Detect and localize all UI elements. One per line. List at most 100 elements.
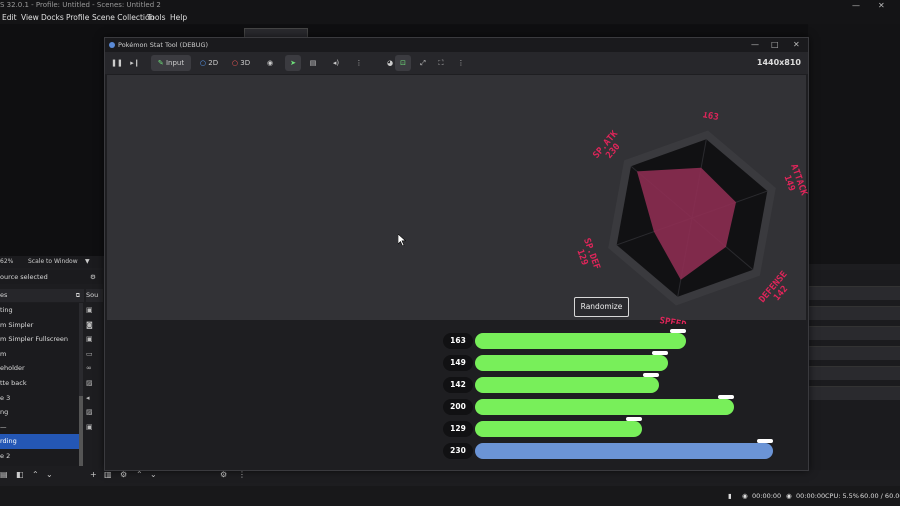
sources-title: Sou xyxy=(86,291,99,299)
scene-item[interactable]: e 2 xyxy=(0,449,80,464)
stat-bar[interactable] xyxy=(475,329,686,349)
menu-help[interactable]: Help xyxy=(170,13,187,22)
panel-row xyxy=(808,286,900,300)
image-icon: ▨ xyxy=(86,408,93,417)
step-icon[interactable]: ▸❙ xyxy=(129,55,141,71)
stat-row: 163 xyxy=(443,329,783,349)
stat-bar[interactable] xyxy=(475,351,668,371)
circle-icon: ○ xyxy=(231,59,239,67)
gear-icon[interactable]: ⚙ xyxy=(90,270,96,284)
stat-row: 129 xyxy=(443,417,783,437)
obs-right-panels xyxy=(808,270,900,470)
menu-docks[interactable]: Docks xyxy=(41,13,64,22)
radar-label: SPEED200 xyxy=(659,316,688,324)
close-button[interactable]: ✕ xyxy=(793,38,800,52)
scene-item[interactable]: tte back xyxy=(0,376,80,391)
mode-2d-button[interactable]: ○ 2D xyxy=(197,55,221,71)
panel-row xyxy=(808,306,900,320)
scale-mode-select[interactable]: Scale to Window xyxy=(28,256,78,268)
monitor-icon: ▭ xyxy=(86,349,93,358)
panel-row xyxy=(808,326,900,340)
input-icon: ✎ xyxy=(157,59,164,67)
scene-item[interactable]: ng xyxy=(0,405,80,420)
pause-icon[interactable]: ❚❚ xyxy=(111,55,123,71)
scenes-title: es xyxy=(0,291,8,299)
add-icon[interactable]: + xyxy=(90,470,97,479)
sources-header: Sou xyxy=(86,289,103,302)
more-icon[interactable]: ⋮ xyxy=(238,470,246,479)
maximize-button[interactable]: □ xyxy=(771,38,779,52)
scene-toolbar: ▤ ◧ ⌃ ⌄ xyxy=(0,470,90,484)
eye-icon[interactable]: ◉ xyxy=(263,55,277,71)
stream-icon: ◉ xyxy=(786,492,792,500)
filter-icon[interactable]: ▤ xyxy=(0,470,8,479)
scene-item[interactable]: e 3 xyxy=(0,391,80,406)
obs-status-bar: ▮ ◉ 00:00:00 ◉ 00:00:00 CPU: 5.5% 60.00 … xyxy=(0,486,900,506)
stat-bar-handle[interactable] xyxy=(718,395,734,399)
obs-window-title: S 32.0.1 - Profile: Untitled - Scenes: U… xyxy=(0,1,161,9)
menu-edit[interactable]: Edit xyxy=(2,13,17,22)
split-icon[interactable]: ◧ xyxy=(16,470,24,479)
stat-row: 230 xyxy=(443,439,783,459)
more-icon[interactable]: ⋮ xyxy=(455,55,467,71)
randomize-button[interactable]: Randomize xyxy=(574,297,629,317)
scene-item[interactable]: ting xyxy=(0,303,80,318)
trash-icon[interactable]: ▥ xyxy=(104,470,112,479)
stat-value: 163 xyxy=(443,333,473,349)
scrollbar-thumb[interactable] xyxy=(79,396,83,466)
speaker-icon[interactable]: ◂) xyxy=(329,55,343,71)
stat-value: 142 xyxy=(443,377,473,393)
move-down-icon[interactable]: ⌄ xyxy=(150,470,157,479)
dock-icon[interactable]: ⧉ xyxy=(76,289,80,302)
stat-bar-handle[interactable] xyxy=(670,329,686,333)
stat-bar-handle[interactable] xyxy=(757,439,773,443)
radar-axis-name: SPEED xyxy=(659,316,688,324)
move-up-icon[interactable]: ⌃ xyxy=(32,470,39,479)
menu-scene-collection[interactable]: Scene Collection xyxy=(92,13,154,22)
image-icon: ▨ xyxy=(86,378,93,387)
scene-item[interactable]: m Simpler Fullscreen xyxy=(0,332,80,347)
minimize-button[interactable]: — xyxy=(852,0,860,11)
more-icon[interactable]: ⋮ xyxy=(353,55,365,71)
input-button[interactable]: ✎ Input xyxy=(151,55,191,71)
fps-readout: 60.00 / 60.00 xyxy=(860,492,900,500)
scene-scrollbar[interactable] xyxy=(79,303,83,466)
scene-item[interactable]: m xyxy=(0,347,80,362)
stat-bar[interactable] xyxy=(475,395,734,415)
stat-bar-handle[interactable] xyxy=(626,417,642,421)
fullscreen-icon[interactable]: ⛶ xyxy=(435,55,447,71)
minimize-button[interactable]: — xyxy=(751,38,759,52)
mouse-cursor-icon xyxy=(398,234,406,246)
move-down-icon[interactable]: ⌄ xyxy=(46,470,53,479)
mode-3d-label: 3D xyxy=(240,59,251,67)
list-icon[interactable]: ▤ xyxy=(307,55,319,71)
source-toolbar: + ▥ ⚙ ⌃ ⌄ ⚙ ⋮ xyxy=(88,470,248,484)
input-label: Input xyxy=(165,59,185,67)
mode-3d-button[interactable]: ○ 3D xyxy=(229,55,253,71)
menu-profile[interactable]: Profile xyxy=(66,13,89,22)
menu-view[interactable]: View xyxy=(21,13,39,22)
stat-bar[interactable] xyxy=(475,439,773,459)
app-icon xyxy=(109,42,115,48)
filter-settings-icon[interactable]: ⚙ xyxy=(220,470,227,479)
select-icon[interactable]: ➤ xyxy=(285,55,301,71)
scene-item[interactable]: m Simpler xyxy=(0,318,80,333)
expand-icon[interactable]: ⤢ xyxy=(417,55,429,71)
close-button[interactable]: ✕ xyxy=(878,0,885,11)
gear-icon[interactable]: ⚙ xyxy=(120,470,127,479)
panel-row xyxy=(808,346,900,360)
panel-row xyxy=(808,366,900,380)
stat-bar[interactable] xyxy=(475,373,659,393)
scene-item-selected[interactable]: rding xyxy=(0,434,80,449)
stat-bar-handle[interactable] xyxy=(643,373,659,377)
stat-bar[interactable] xyxy=(475,417,642,437)
frame-icon[interactable]: ⊡ xyxy=(395,55,411,71)
scene-item[interactable]: eholder xyxy=(0,361,80,376)
menu-tools[interactable]: Tools xyxy=(147,13,165,22)
app-toolbar: ❚❚ ▸❙ ✎ Input ○ 2D ○ 3D ◉ ➤ ▤ ◂) ⋮ ◕ ⊡ ⤢… xyxy=(105,52,808,74)
stat-bar-handle[interactable] xyxy=(652,351,668,355)
stat-radar-chart: HP163 ATTACK149 DEFENSE142 SPEED200 SP.DEF12… xyxy=(576,112,808,324)
move-up-icon[interactable]: ⌃ xyxy=(136,470,143,479)
chevron-down-icon[interactable]: ▼ xyxy=(85,256,90,268)
scene-item[interactable]: — xyxy=(0,420,80,435)
